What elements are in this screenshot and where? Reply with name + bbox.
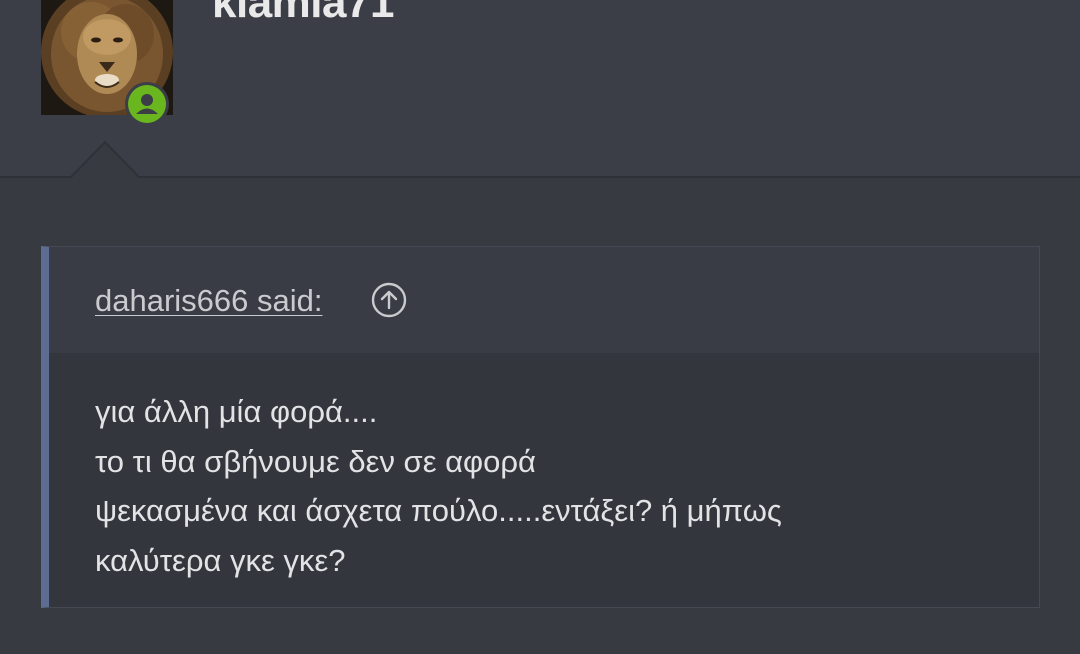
quote-text: για άλλη μία φορά.... το τι θα σβήνουμε … [95,387,995,585]
quote-line: για άλλη μία φορά.... [95,394,378,429]
quote-author-link[interactable]: daharis666 said: [95,283,323,319]
post-username[interactable]: klamia71 [212,0,394,28]
online-user-icon [136,94,158,114]
forum-post: klamia71 daharis666 said: για άλλη μία φ… [0,0,1080,654]
quote-line: ψεκασμένα και άσχετα πούλο.....εντάξει? … [95,493,782,528]
quote-line: καλύτερα γκε γκε? [95,542,346,578]
online-status-badge [125,82,169,126]
quote-block: daharis666 said: για άλλη μία φορά.... τ… [41,246,1040,608]
post-user-header: klamia71 [0,0,1080,178]
post-pointer-caret [70,140,140,178]
quote-header: daharis666 said: [49,247,1039,353]
arrow-up-circle-icon[interactable] [371,282,407,318]
quote-line: το τι θα σβήνουμε δεν σε αφορά [95,443,536,479]
